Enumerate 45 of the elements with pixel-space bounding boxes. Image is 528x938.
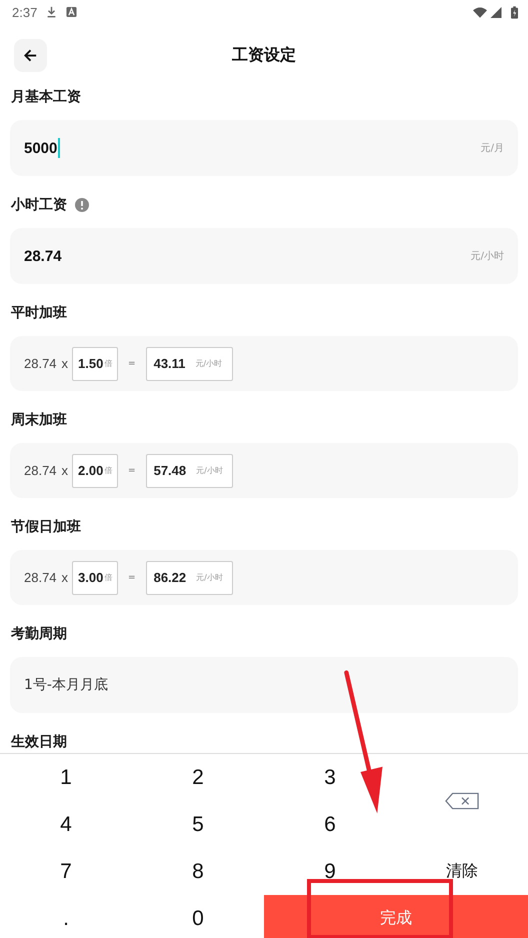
multiply-sign: x xyxy=(62,356,68,371)
result-value: 86.22 xyxy=(154,570,186,585)
multiplier-value: 3.00 xyxy=(78,570,104,585)
multiplier-value: 1.50 xyxy=(78,356,104,371)
wifi-icon xyxy=(473,6,487,18)
page-title: 工资设定 xyxy=(231,44,297,66)
unit-label: 元/月 xyxy=(480,142,504,155)
input-field[interactable]: 5000 元/月 xyxy=(10,120,518,176)
download-icon xyxy=(46,6,58,18)
period-selector[interactable]: 1号-本月月底 xyxy=(10,657,518,713)
section-label: 生效日期 xyxy=(11,733,67,751)
base-rate: 28.74 xyxy=(24,570,57,585)
section-label: 平时加班 xyxy=(11,304,67,322)
equals-sign: = xyxy=(128,466,136,476)
base-rate: 28.74 xyxy=(24,463,57,478)
section-label: 小时工资 xyxy=(11,196,67,214)
unit-label: 倍 xyxy=(104,465,112,476)
result-value: 57.48 xyxy=(154,463,186,478)
backspace-icon xyxy=(445,792,479,810)
text-cursor xyxy=(58,138,60,158)
section-label: 考勤周期 xyxy=(11,625,67,643)
unit-label: 倍 xyxy=(104,572,112,583)
unit-label: 倍 xyxy=(104,358,112,369)
text-box-icon xyxy=(66,6,78,18)
back-arrow-icon xyxy=(23,48,38,62)
signal-icon xyxy=(489,6,503,18)
info-icon[interactable] xyxy=(75,198,89,212)
unit-label: 元/小时 xyxy=(196,572,223,583)
multiply-sign: x xyxy=(62,463,68,478)
equals-sign: = xyxy=(128,358,136,368)
section-label: 月基本工资 xyxy=(11,88,81,106)
unit-label: 元/小时 xyxy=(470,250,504,263)
section-label: 周末加班 xyxy=(11,411,67,429)
status-time: 2:37 xyxy=(12,4,38,20)
unit-label: 元/小时 xyxy=(196,465,223,476)
unit-label: 元/小时 xyxy=(195,358,222,369)
equals-sign: = xyxy=(128,572,136,582)
multiply-sign: x xyxy=(62,570,68,585)
base-rate: 28.74 xyxy=(24,356,57,371)
multiplier-value: 2.00 xyxy=(78,463,104,478)
section-label: 节假日加班 xyxy=(11,518,81,536)
back-button[interactable] xyxy=(14,38,47,72)
input-field[interactable]: 28.74 元/小时 xyxy=(10,228,518,284)
result-value: 43.11 xyxy=(154,356,186,371)
battery-icon xyxy=(511,6,518,18)
